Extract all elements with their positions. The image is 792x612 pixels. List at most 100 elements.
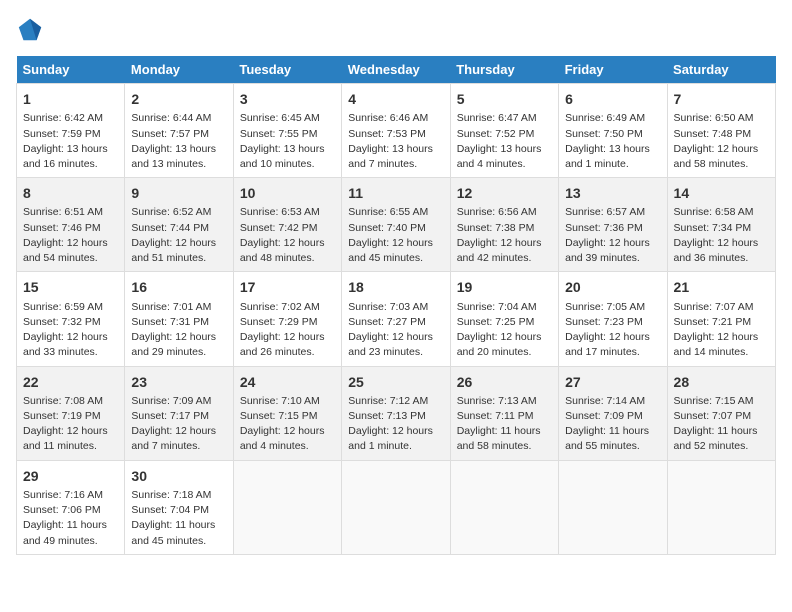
day-info: Sunrise: 6:56 AM Sunset: 7:38 PM Dayligh… [457, 205, 552, 266]
day-number: 23 [131, 372, 226, 392]
calendar-cell: 21 Sunrise: 7:07 AM Sunset: 7:21 PM Dayli… [667, 272, 775, 366]
calendar-cell: 16 Sunrise: 7:01 AM Sunset: 7:31 PM Dayli… [125, 272, 233, 366]
day-number: 11 [348, 183, 443, 203]
weekday-header-cell: Thursday [450, 56, 558, 84]
day-number: 25 [348, 372, 443, 392]
day-number: 9 [131, 183, 226, 203]
calendar-cell: 3Sunrise: 6:45 AM Sunset: 7:55 PM Daylig… [233, 84, 341, 178]
calendar-cell: 20 Sunrise: 7:05 AM Sunset: 7:23 PM Dayli… [559, 272, 667, 366]
calendar-cell: 17 Sunrise: 7:02 AM Sunset: 7:29 PM Dayli… [233, 272, 341, 366]
day-number: 5 [457, 89, 552, 109]
day-info: Sunrise: 7:07 AM Sunset: 7:21 PM Dayligh… [674, 300, 769, 361]
day-info: Sunrise: 6:59 AM Sunset: 7:32 PM Dayligh… [23, 300, 118, 361]
calendar-cell: 2Sunrise: 6:44 AM Sunset: 7:57 PM Daylig… [125, 84, 233, 178]
day-info: Sunrise: 7:12 AM Sunset: 7:13 PM Dayligh… [348, 394, 443, 455]
day-number: 28 [674, 372, 769, 392]
day-number: 10 [240, 183, 335, 203]
calendar-cell: 26Sunrise: 7:13 AM Sunset: 7:11 PM Dayli… [450, 366, 558, 460]
day-info: Sunrise: 7:09 AM Sunset: 7:17 PM Dayligh… [131, 394, 226, 455]
day-number: 6 [565, 89, 660, 109]
day-info: Sunrise: 6:44 AM Sunset: 7:57 PM Dayligh… [131, 111, 226, 172]
day-number: 14 [674, 183, 769, 203]
day-info: Sunrise: 6:52 AM Sunset: 7:44 PM Dayligh… [131, 205, 226, 266]
calendar-cell: 24Sunrise: 7:10 AM Sunset: 7:15 PM Dayli… [233, 366, 341, 460]
day-info: Sunrise: 7:13 AM Sunset: 7:11 PM Dayligh… [457, 394, 552, 455]
day-number: 30 [131, 466, 226, 486]
day-info: Sunrise: 6:51 AM Sunset: 7:46 PM Dayligh… [23, 205, 118, 266]
day-number: 20 [565, 277, 660, 297]
calendar-week-row: 1Sunrise: 6:42 AM Sunset: 7:59 PM Daylig… [17, 84, 776, 178]
calendar-week-row: 22Sunrise: 7:08 AM Sunset: 7:19 PM Dayli… [17, 366, 776, 460]
day-info: Sunrise: 7:02 AM Sunset: 7:29 PM Dayligh… [240, 300, 335, 361]
calendar-cell: 22Sunrise: 7:08 AM Sunset: 7:19 PM Dayli… [17, 366, 125, 460]
calendar-week-row: 8Sunrise: 6:51 AM Sunset: 7:46 PM Daylig… [17, 178, 776, 272]
calendar-table: SundayMondayTuesdayWednesdayThursdayFrid… [16, 56, 776, 555]
weekday-header-cell: Monday [125, 56, 233, 84]
day-number: 13 [565, 183, 660, 203]
day-info: Sunrise: 6:53 AM Sunset: 7:42 PM Dayligh… [240, 205, 335, 266]
calendar-cell: 23Sunrise: 7:09 AM Sunset: 7:17 PM Dayli… [125, 366, 233, 460]
day-number: 22 [23, 372, 118, 392]
calendar-cell: 13Sunrise: 6:57 AM Sunset: 7:36 PM Dayli… [559, 178, 667, 272]
day-info: Sunrise: 7:08 AM Sunset: 7:19 PM Dayligh… [23, 394, 118, 455]
day-number: 17 [240, 277, 335, 297]
calendar-cell: 10Sunrise: 6:53 AM Sunset: 7:42 PM Dayli… [233, 178, 341, 272]
calendar-cell: 8Sunrise: 6:51 AM Sunset: 7:46 PM Daylig… [17, 178, 125, 272]
calendar-cell: 29Sunrise: 7:16 AM Sunset: 7:06 PM Dayli… [17, 460, 125, 554]
day-info: Sunrise: 6:58 AM Sunset: 7:34 PM Dayligh… [674, 205, 769, 266]
day-info: Sunrise: 7:10 AM Sunset: 7:15 PM Dayligh… [240, 394, 335, 455]
calendar-cell [667, 460, 775, 554]
day-number: 18 [348, 277, 443, 297]
day-number: 8 [23, 183, 118, 203]
day-info: Sunrise: 7:18 AM Sunset: 7:04 PM Dayligh… [131, 488, 226, 549]
day-info: Sunrise: 6:45 AM Sunset: 7:55 PM Dayligh… [240, 111, 335, 172]
calendar-cell: 9Sunrise: 6:52 AM Sunset: 7:44 PM Daylig… [125, 178, 233, 272]
calendar-cell: 30Sunrise: 7:18 AM Sunset: 7:04 PM Dayli… [125, 460, 233, 554]
calendar-cell [559, 460, 667, 554]
calendar-cell: 15 Sunrise: 6:59 AM Sunset: 7:32 PM Dayli… [17, 272, 125, 366]
day-info: Sunrise: 6:55 AM Sunset: 7:40 PM Dayligh… [348, 205, 443, 266]
weekday-header-cell: Saturday [667, 56, 775, 84]
calendar-cell [233, 460, 341, 554]
day-info: Sunrise: 6:57 AM Sunset: 7:36 PM Dayligh… [565, 205, 660, 266]
weekday-header-cell: Tuesday [233, 56, 341, 84]
day-number: 4 [348, 89, 443, 109]
calendar-cell: 12Sunrise: 6:56 AM Sunset: 7:38 PM Dayli… [450, 178, 558, 272]
day-number: 27 [565, 372, 660, 392]
day-info: Sunrise: 7:14 AM Sunset: 7:09 PM Dayligh… [565, 394, 660, 455]
day-info: Sunrise: 6:46 AM Sunset: 7:53 PM Dayligh… [348, 111, 443, 172]
weekday-header-cell: Friday [559, 56, 667, 84]
day-info: Sunrise: 7:04 AM Sunset: 7:25 PM Dayligh… [457, 300, 552, 361]
calendar-cell: 6Sunrise: 6:49 AM Sunset: 7:50 PM Daylig… [559, 84, 667, 178]
day-number: 16 [131, 277, 226, 297]
day-number: 7 [674, 89, 769, 109]
day-number: 1 [23, 89, 118, 109]
calendar-cell [450, 460, 558, 554]
day-number: 15 [23, 277, 118, 297]
day-number: 24 [240, 372, 335, 392]
day-info: Sunrise: 7:16 AM Sunset: 7:06 PM Dayligh… [23, 488, 118, 549]
header [16, 16, 776, 44]
calendar-cell: 14Sunrise: 6:58 AM Sunset: 7:34 PM Dayli… [667, 178, 775, 272]
calendar-body: 1Sunrise: 6:42 AM Sunset: 7:59 PM Daylig… [17, 84, 776, 555]
logo [16, 16, 48, 44]
day-info: Sunrise: 6:50 AM Sunset: 7:48 PM Dayligh… [674, 111, 769, 172]
day-info: Sunrise: 6:47 AM Sunset: 7:52 PM Dayligh… [457, 111, 552, 172]
day-info: Sunrise: 6:42 AM Sunset: 7:59 PM Dayligh… [23, 111, 118, 172]
calendar-cell: 18 Sunrise: 7:03 AM Sunset: 7:27 PM Dayli… [342, 272, 450, 366]
day-number: 29 [23, 466, 118, 486]
day-number: 3 [240, 89, 335, 109]
calendar-cell: 19Sunrise: 7:04 AM Sunset: 7:25 PM Dayli… [450, 272, 558, 366]
day-number: 26 [457, 372, 552, 392]
calendar-cell [342, 460, 450, 554]
calendar-cell: 4Sunrise: 6:46 AM Sunset: 7:53 PM Daylig… [342, 84, 450, 178]
logo-icon [16, 16, 44, 44]
calendar-cell: 1Sunrise: 6:42 AM Sunset: 7:59 PM Daylig… [17, 84, 125, 178]
calendar-cell: 28Sunrise: 7:15 AM Sunset: 7:07 PM Dayli… [667, 366, 775, 460]
day-number: 21 [674, 277, 769, 297]
day-info: Sunrise: 7:03 AM Sunset: 7:27 PM Dayligh… [348, 300, 443, 361]
calendar-week-row: 29Sunrise: 7:16 AM Sunset: 7:06 PM Dayli… [17, 460, 776, 554]
weekday-header-cell: Sunday [17, 56, 125, 84]
day-info: Sunrise: 7:01 AM Sunset: 7:31 PM Dayligh… [131, 300, 226, 361]
day-info: Sunrise: 7:05 AM Sunset: 7:23 PM Dayligh… [565, 300, 660, 361]
